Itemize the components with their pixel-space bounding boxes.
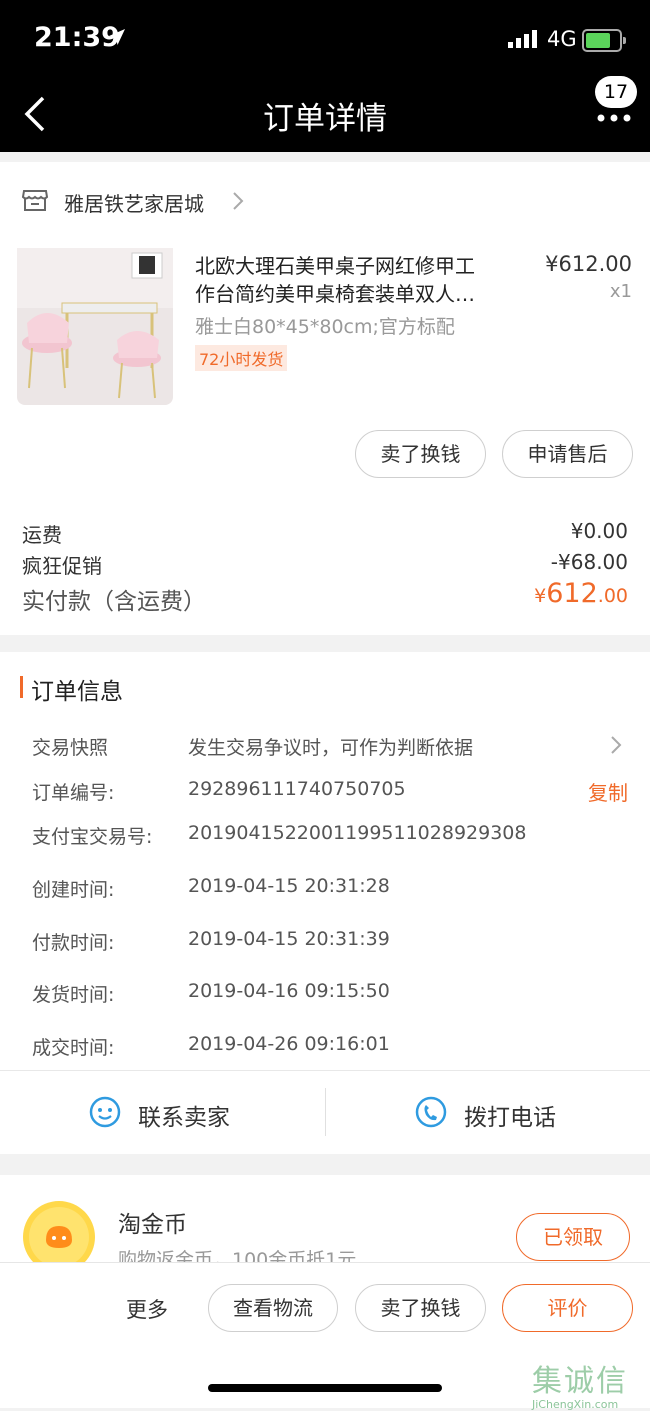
shipping-fee-label: 运费 bbox=[22, 523, 62, 547]
resell-button[interactable]: 卖了换钱 bbox=[355, 430, 486, 478]
order-no-label: 订单编号: bbox=[32, 782, 115, 804]
done-time-label: 成交时间: bbox=[32, 1037, 115, 1059]
more-button[interactable]: 更多 bbox=[126, 1294, 168, 1324]
order-item-card: 雅居铁艺家居城 北欧大理石美甲桌子网红修甲工 作台简约美甲桌椅套装单双人… ¥6… bbox=[0, 162, 650, 635]
review-button[interactable]: 评价 bbox=[502, 1284, 633, 1332]
order-no-value: 292896111740750705 bbox=[188, 778, 406, 800]
paid-label: 实付款（含运费） bbox=[22, 589, 206, 615]
view-logistics-button[interactable]: 查看物流 bbox=[208, 1284, 338, 1332]
signal-icon bbox=[508, 30, 537, 48]
page-title: 订单详情 bbox=[263, 101, 387, 137]
product-title-line2: 作台简约美甲桌椅套装单双人… bbox=[195, 282, 475, 306]
phone-icon bbox=[415, 1096, 447, 1128]
call-phone-button[interactable]: 拨打电话 bbox=[326, 1071, 650, 1154]
contact-seller-button[interactable]: 联系卖家 bbox=[0, 1071, 325, 1154]
order-info-card: 订单信息 交易快照 发生交易争议时，可作为判断依据 订单编号: 29289611… bbox=[0, 652, 650, 1154]
location-arrow-icon bbox=[109, 29, 125, 45]
paid-decimal: .00 bbox=[597, 585, 628, 607]
chevron-right-icon[interactable] bbox=[232, 191, 244, 211]
chat-face-icon bbox=[89, 1096, 121, 1128]
shop-name[interactable]: 雅居铁艺家居城 bbox=[64, 188, 204, 217]
shipping-fee-value: ¥0.00 bbox=[570, 519, 628, 543]
call-phone-label: 拨打电话 bbox=[464, 1105, 556, 1131]
product-qty: x1 bbox=[609, 281, 632, 302]
product-title-line1: 北欧大理石美甲桌子网红修甲工 bbox=[195, 254, 475, 278]
paid-integer: 612 bbox=[546, 578, 598, 609]
copy-button[interactable]: 复制 bbox=[588, 777, 628, 806]
watermark-chars: 集诚信 bbox=[532, 1364, 628, 1399]
battery-icon bbox=[582, 29, 626, 52]
product-image[interactable] bbox=[17, 248, 173, 405]
after-sales-button[interactable]: 申请售后 bbox=[502, 430, 633, 478]
created-time-label: 创建时间: bbox=[32, 879, 115, 901]
product-title[interactable]: 北欧大理石美甲桌子网红修甲工 作台简约美甲桌椅套装单双人… bbox=[195, 252, 475, 308]
snapshot-value[interactable]: 发生交易争议时，可作为判断依据 bbox=[188, 733, 473, 760]
network-type: 4G bbox=[547, 27, 577, 51]
created-time-value: 2019-04-15 20:31:28 bbox=[188, 875, 390, 897]
taojinbi-card: 淘金币 购物返金币，100金币抵1元 已领取 bbox=[0, 1175, 650, 1275]
shipping-tag: 72小时发货 bbox=[195, 345, 288, 371]
product-price: ¥612.00 bbox=[545, 252, 632, 276]
paid-currency: ¥ bbox=[534, 585, 547, 607]
snapshot-label[interactable]: 交易快照 bbox=[32, 733, 108, 760]
alipay-no-label: 支付宝交易号: bbox=[32, 826, 153, 848]
message-count-badge[interactable]: 17 bbox=[595, 76, 637, 108]
alipay-no-value: 2019041522001199511028929308 bbox=[188, 822, 527, 844]
product-spec: 雅士白80*45*80cm;官方标配 bbox=[195, 316, 455, 338]
top-bar: 21:39 4G 订单详情 17 bbox=[0, 0, 650, 152]
claimed-button[interactable]: 已领取 bbox=[516, 1213, 630, 1261]
contact-seller-label: 联系卖家 bbox=[138, 1105, 230, 1131]
order-info-heading: 订单信息 bbox=[31, 679, 123, 705]
shop-icon bbox=[22, 190, 48, 211]
shipped-time-label: 发货时间: bbox=[32, 984, 115, 1006]
home-indicator bbox=[208, 1384, 442, 1392]
coin-title: 淘金币 bbox=[118, 1212, 187, 1238]
shipped-time-value: 2019-04-16 09:15:50 bbox=[188, 980, 390, 1002]
paid-time-value: 2019-04-15 20:31:39 bbox=[188, 928, 390, 950]
more-dots-icon[interactable] bbox=[597, 114, 631, 122]
promo-value: -¥68.00 bbox=[550, 550, 628, 574]
paid-amount: ¥612.00 bbox=[534, 578, 628, 609]
heading-accent-bar bbox=[20, 676, 23, 698]
promo-label: 疯狂促销 bbox=[22, 554, 102, 578]
chevron-right-icon[interactable] bbox=[610, 735, 622, 755]
paid-time-label: 付款时间: bbox=[32, 932, 115, 954]
resell-button[interactable]: 卖了换钱 bbox=[355, 1284, 486, 1332]
watermark: 集诚信 JiChengXin.com bbox=[532, 1356, 628, 1411]
done-time-value: 2019-04-26 09:16:01 bbox=[188, 1033, 390, 1055]
